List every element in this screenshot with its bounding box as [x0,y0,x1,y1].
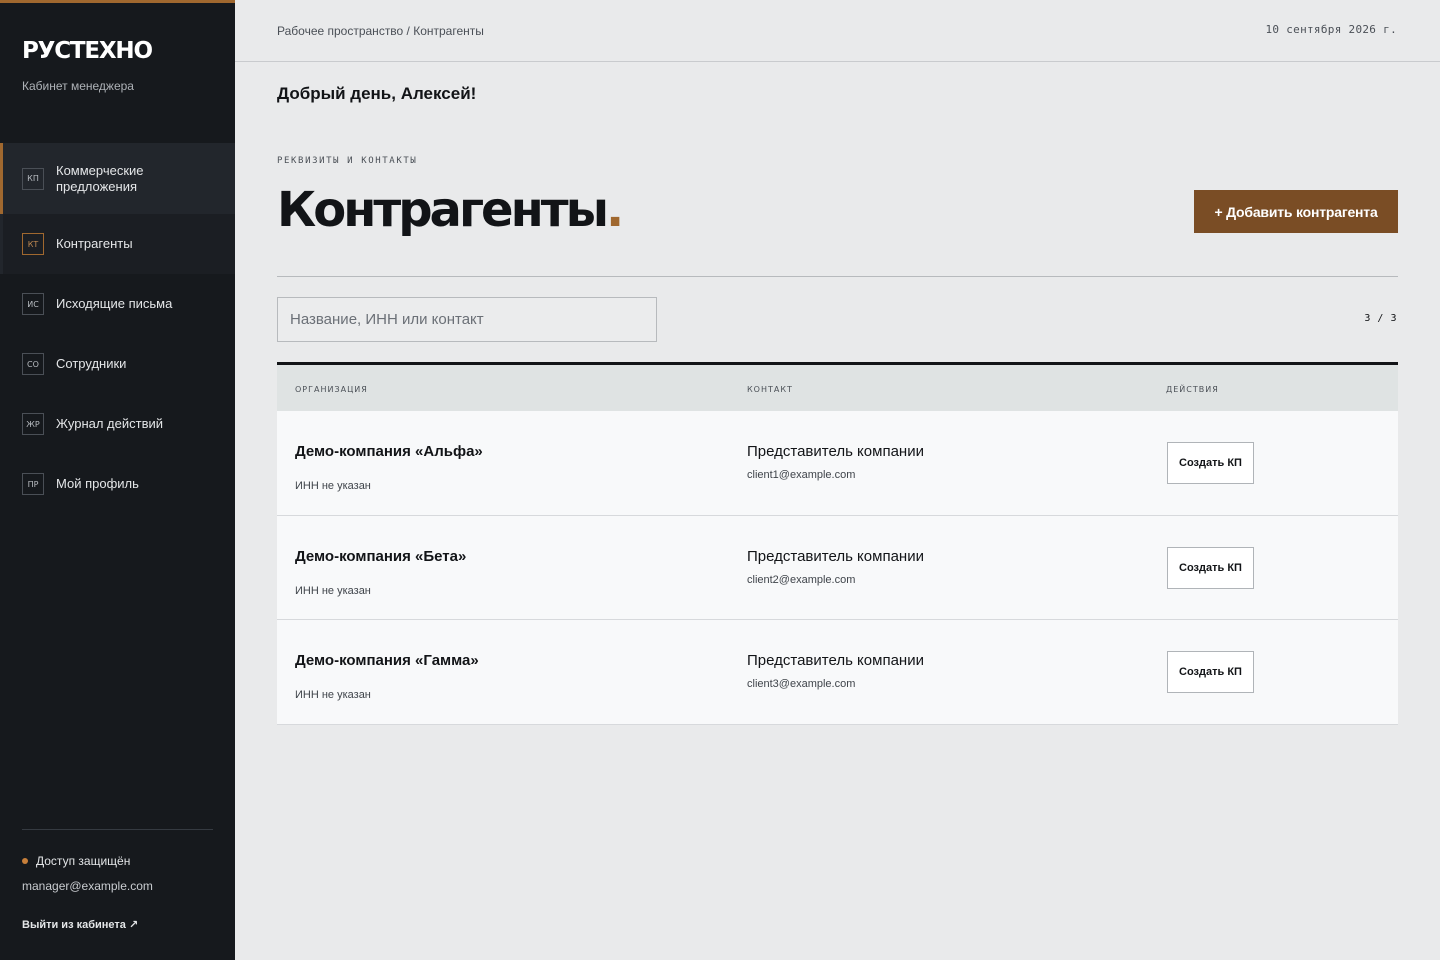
contact-name: Представитель компании [747,652,924,669]
proposals-icon: КП [22,167,44,190]
table-row: Демо-компания «Альфа» ИНН не указан Пред… [277,411,1398,516]
brand-subtitle: Кабинет менеджера [22,79,134,93]
create-proposal-button[interactable]: Создать КП [1167,546,1254,589]
access-status-label: Доступ защищён [36,854,131,868]
contact-name: Представитель компании [747,547,924,565]
page-title-dot: . [605,182,624,238]
breadcrumb: Рабочее пространство / Контрагенты [277,24,484,38]
sidebar-divider [22,829,213,830]
sidebar-item-label: Мой профиль [56,476,139,491]
sidebar-item-activity-log[interactable]: ЖР Журнал действий [0,394,235,454]
sidebar-item-label: Контрагенты [56,236,133,251]
user-email: manager@example.com [22,879,153,893]
brand-logo: РУСТЕХНО [22,38,153,64]
sidebar-nav: КП Коммерческие предложения КТ Контраген… [0,143,235,514]
contact-email: client3@example.com [747,678,856,690]
table-row: Демо-компания «Гамма» ИНН не указан Пред… [277,620,1398,725]
organization-inn: ИНН не указан [295,480,371,492]
sidebar: РУСТЕХНО Кабинет менеджера КП Коммерческ… [0,0,235,960]
column-header-actions: ДЕЙСТВИЯ [1166,385,1219,394]
organization-name: Демо-компания «Гамма» [295,652,479,669]
sidebar-item-counterparties[interactable]: КТ Контрагенты [0,214,235,274]
access-status: Доступ защищён [22,854,130,868]
search-input[interactable] [277,297,657,342]
sidebar-item-label: Журнал действий [56,416,164,431]
sidebar-item-label: Сотрудники [56,356,127,371]
create-proposal-button[interactable]: Создать КП [1167,651,1254,693]
column-header-contact: КОНТАКТ [747,385,793,394]
sidebar-item-employees[interactable]: СО Сотрудники [0,334,235,394]
page-title-text: Контрагенты [277,182,609,238]
organization-name: Демо-компания «Бета» [295,547,467,565]
page-title: Контрагенты. [277,180,624,240]
current-date: 10 сентября 2026 г. [1265,23,1397,36]
employees-icon: СО [22,353,44,375]
letters-icon: ИС [22,293,44,315]
logout-link[interactable]: Выйти из кабинета ↗ [22,918,138,931]
sidebar-item-outgoing-letters[interactable]: ИС Исходящие письма [0,274,235,334]
organization-inn: ИНН не указан [295,584,371,597]
sidebar-item-proposals[interactable]: КП Коммерческие предложения [0,143,235,214]
organization-inn: ИНН не указан [295,689,371,701]
sidebar-item-profile[interactable]: ПР Мой профиль [0,454,235,514]
create-proposal-button[interactable]: Создать КП [1167,442,1254,484]
top-bar: Рабочее пространство / Контрагенты 10 се… [235,0,1440,62]
table-header: ОРГАНИЗАЦИЯ КОНТАКТ ДЕЙСТВИЯ [277,365,1398,411]
greeting: Добрый день, Алексей! [277,84,477,103]
sidebar-item-label: Исходящие письма [56,296,173,311]
counterparties-table: ОРГАНИЗАЦИЯ КОНТАКТ ДЕЙСТВИЯ Демо-компан… [277,362,1398,725]
result-count: 3 / 3 [1364,313,1397,324]
column-header-organization: ОРГАНИЗАЦИЯ [295,385,368,394]
table-row: Демо-компания «Бета» ИНН не указан Предс… [277,515,1398,620]
section-eyebrow: РЕКВИЗИТЫ И КОНТАКТЫ [277,156,418,166]
counterparties-icon: КТ [22,233,44,255]
status-dot-icon [22,858,28,864]
contact-email: client1@example.com [747,469,856,481]
profile-icon: ПР [22,473,44,495]
sidebar-item-label: Коммерческие предложения [56,162,144,194]
log-icon: ЖР [22,413,44,435]
organization-name: Демо-компания «Альфа» [295,443,483,460]
add-counterparty-button[interactable]: + Добавить контрагента [1194,190,1398,233]
contact-email: client2@example.com [747,573,856,586]
contact-name: Представитель компании [747,443,924,460]
header-divider [277,276,1398,277]
